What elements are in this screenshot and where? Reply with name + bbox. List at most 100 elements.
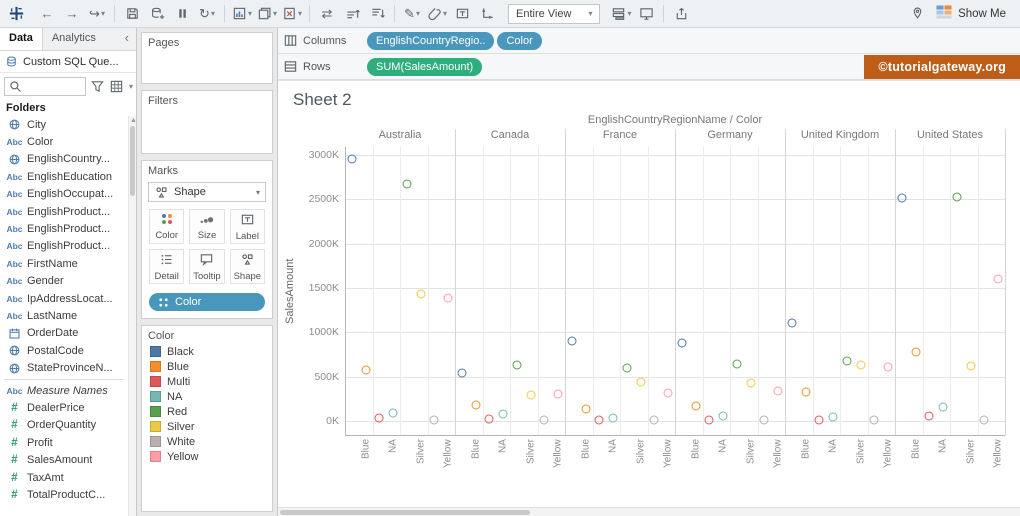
mark-circle[interactable] xyxy=(719,411,728,420)
redo-icon[interactable]: → xyxy=(60,3,84,25)
mark-circle[interactable] xyxy=(952,192,961,201)
legend-item[interactable]: Silver xyxy=(142,419,272,434)
mark-circle[interactable] xyxy=(636,377,645,386)
filters-shelf[interactable]: Filters xyxy=(141,90,273,154)
field-row[interactable]: AbcEnglishProduct... xyxy=(0,238,127,255)
search-input-wrap[interactable] xyxy=(4,77,86,96)
mark-circle[interactable] xyxy=(609,413,618,422)
clear-sheet-icon[interactable]: ▾ xyxy=(280,3,304,25)
mark-circle[interactable] xyxy=(416,290,425,299)
mark-circle[interactable] xyxy=(980,416,989,425)
show-me-button[interactable]: Show Me xyxy=(930,3,1012,25)
field-row[interactable]: AbcIpAddressLocat... xyxy=(0,290,127,307)
mark-circle[interactable] xyxy=(897,193,906,202)
legend-item[interactable]: Multi xyxy=(142,374,272,389)
mark-circle[interactable] xyxy=(444,293,453,302)
sort-ascending-icon[interactable] xyxy=(340,3,364,25)
mark-circle[interactable] xyxy=(457,369,466,378)
field-row[interactable]: StateProvinceN... xyxy=(0,359,127,376)
mark-type-dropdown[interactable]: Shape ▾ xyxy=(148,182,266,202)
show-hide-cards-icon[interactable]: ▾ xyxy=(609,3,633,25)
mark-circle[interactable] xyxy=(939,402,948,411)
legend-item[interactable]: NA xyxy=(142,389,272,404)
mark-circle[interactable] xyxy=(691,401,700,410)
legend-item[interactable]: Yellow xyxy=(142,449,272,464)
mark-circle[interactable] xyxy=(389,409,398,418)
size-mark-button[interactable]: Size xyxy=(189,209,224,244)
shelf-pill[interactable]: SUM(SalesAmount) xyxy=(367,58,482,76)
pause-updates-icon[interactable] xyxy=(170,3,194,25)
mark-circle[interactable] xyxy=(884,362,893,371)
mark-circle[interactable] xyxy=(801,387,810,396)
mark-circle[interactable] xyxy=(870,416,879,425)
mark-circle[interactable] xyxy=(430,416,439,425)
sheet-title[interactable]: Sheet 2 xyxy=(278,81,1020,114)
shelf-pill[interactable]: Color xyxy=(497,32,541,50)
mark-circle[interactable] xyxy=(554,390,563,399)
field-row[interactable]: City xyxy=(0,116,127,133)
mark-circle[interactable] xyxy=(347,155,356,164)
field-row[interactable]: AbcLastName xyxy=(0,307,127,324)
group-members-icon[interactable]: ▾ xyxy=(425,3,449,25)
tab-analytics[interactable]: Analytics xyxy=(43,28,105,50)
tab-data[interactable]: Data xyxy=(0,28,43,50)
mark-circle[interactable] xyxy=(375,414,384,423)
field-row[interactable]: AbcEnglishProduct... xyxy=(0,220,127,237)
mark-circle[interactable] xyxy=(925,411,934,420)
mark-circle[interactable] xyxy=(471,401,480,410)
field-row[interactable]: #SalesAmount xyxy=(0,451,127,468)
mark-circle[interactable] xyxy=(567,337,576,346)
mark-circle[interactable] xyxy=(402,180,411,189)
field-row[interactable]: AbcEnglishProduct... xyxy=(0,203,127,220)
mark-circle[interactable] xyxy=(664,388,673,397)
hscrollbar-thumb[interactable] xyxy=(280,510,530,515)
undo-icon[interactable]: ← xyxy=(35,3,59,25)
replay-icon[interactable]: ↪▾ xyxy=(85,3,109,25)
search-input[interactable] xyxy=(25,80,83,94)
field-row[interactable]: #TaxAmt xyxy=(0,469,127,486)
presentation-mode-icon[interactable] xyxy=(634,3,658,25)
mark-circle[interactable] xyxy=(856,361,865,370)
shape-mark-button[interactable]: Shape xyxy=(230,249,265,284)
mark-circle[interactable] xyxy=(732,360,741,369)
field-row[interactable]: AbcColor xyxy=(0,133,127,150)
rows-shelf[interactable]: Rows SUM(SalesAmount) ©tutorialgateway.o… xyxy=(278,54,1020,80)
legend-item[interactable]: Red xyxy=(142,404,272,419)
country-header[interactable]: United Kingdom xyxy=(785,129,895,147)
swap-rows-columns-icon[interactable]: ⇄ xyxy=(315,3,339,25)
mark-circle[interactable] xyxy=(499,409,508,418)
mark-circle[interactable] xyxy=(705,415,714,424)
field-row[interactable]: #Profit xyxy=(0,434,127,451)
mark-circle[interactable] xyxy=(815,415,824,424)
scrollbar-thumb[interactable] xyxy=(130,126,135,196)
fields-scrollbar[interactable]: ▲ xyxy=(128,116,136,516)
highlight-icon[interactable]: ✎▾ xyxy=(400,3,424,25)
field-row[interactable]: AbcMeasure Names xyxy=(0,382,127,399)
pin-icon[interactable] xyxy=(905,3,929,25)
duplicate-icon[interactable]: ▾ xyxy=(255,3,279,25)
fix-axes-icon[interactable] xyxy=(475,3,499,25)
country-header[interactable]: Australia xyxy=(345,129,455,147)
tooltip-mark-button[interactable]: Tooltip xyxy=(189,249,224,284)
sort-descending-icon[interactable] xyxy=(365,3,389,25)
field-row[interactable]: AbcGender xyxy=(0,273,127,290)
scroll-up-icon[interactable]: ▲ xyxy=(130,117,136,124)
mark-circle[interactable] xyxy=(595,415,604,424)
mark-circle[interactable] xyxy=(485,415,494,424)
field-row[interactable]: AbcEnglishEducation xyxy=(0,168,127,185)
mark-circle[interactable] xyxy=(787,318,796,327)
mark-circle[interactable] xyxy=(526,391,535,400)
legend-item[interactable]: White xyxy=(142,434,272,449)
country-header[interactable]: United States xyxy=(895,129,1005,147)
share-icon[interactable] xyxy=(669,3,693,25)
field-row[interactable]: #OrderQuantity xyxy=(0,417,127,434)
mark-circle[interactable] xyxy=(677,338,686,347)
filter-fields-icon[interactable] xyxy=(90,79,105,94)
field-row[interactable]: PostalCode xyxy=(0,342,127,359)
mark-circle[interactable] xyxy=(842,356,851,365)
mark-circle[interactable] xyxy=(746,378,755,387)
field-row[interactable]: AbcEnglishOccupat... xyxy=(0,186,127,203)
field-row[interactable]: #TotalProductC... xyxy=(0,486,127,503)
shelf-pill[interactable]: EnglishCountryRegio.. xyxy=(367,32,494,50)
field-row[interactable]: EnglishCountry... xyxy=(0,151,127,168)
